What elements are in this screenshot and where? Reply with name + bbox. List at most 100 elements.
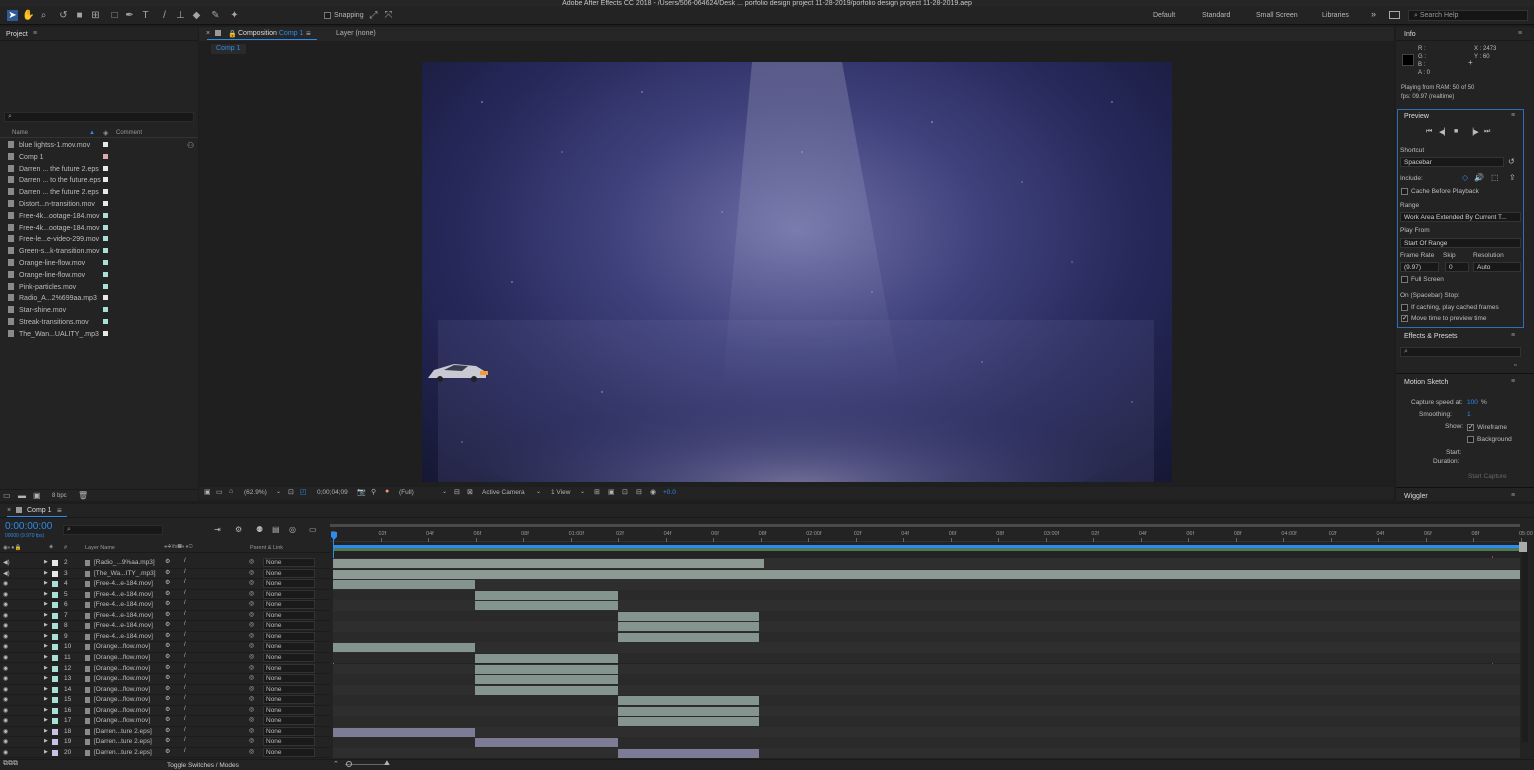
- layer-duration-bar[interactable]: [333, 580, 476, 590]
- layer-name[interactable]: [Free-4...e-184.mov]: [94, 601, 153, 608]
- project-item[interactable]: Darren ... the future 2.eps: [8, 164, 99, 173]
- layer-duration-bar[interactable]: [617, 706, 760, 716]
- layer-label-color[interactable]: [52, 612, 58, 619]
- comp-panel-menu-icon[interactable]: ≡: [306, 29, 311, 38]
- view-layout-select[interactable]: 1 View: [551, 489, 570, 496]
- clone-stamp-tool-icon[interactable]: ⊥: [175, 10, 186, 21]
- zoom-out-icon[interactable]: ⌃: [333, 760, 339, 768]
- project-item[interactable]: Free-4k...ootage-184.mov: [8, 211, 100, 220]
- layer-duration-bar[interactable]: [475, 738, 618, 748]
- comp-mini-flowchart-icon[interactable]: ⇥: [214, 525, 221, 534]
- preview-panel-title[interactable]: Preview: [1404, 113, 1429, 120]
- layer-name[interactable]: [Free-4...e-184.mov]: [94, 612, 153, 619]
- layer-name[interactable]: [Free-4...e-184.mov]: [94, 591, 153, 598]
- label-color-swatch[interactable]: [103, 307, 108, 313]
- layer-duration-bar[interactable]: [617, 632, 760, 642]
- zoom-select[interactable]: (62.9%): [244, 489, 267, 496]
- pick-whip-icon[interactable]: ◎: [249, 706, 254, 713]
- wireframe-checkbox[interactable]: [1467, 423, 1474, 431]
- label-color-swatch[interactable]: [103, 177, 108, 183]
- include-audio-icon[interactable]: 🔊: [1474, 173, 1484, 182]
- timeline-search-input[interactable]: ⌕: [63, 525, 163, 535]
- shy-switch-icon[interactable]: ⚙: [165, 558, 170, 565]
- full-screen-checkbox[interactable]: [1401, 276, 1408, 283]
- workspace-libraries[interactable]: Libraries: [1322, 12, 1349, 19]
- layer-track[interactable]: [333, 663, 1520, 674]
- shape-tool-icon[interactable]: □: [109, 10, 120, 21]
- label-color-swatch[interactable]: [103, 260, 108, 265]
- snapshot-icon[interactable]: 📷: [357, 488, 366, 496]
- hand-tool-icon[interactable]: ✋: [22, 10, 34, 21]
- quality-switch-icon[interactable]: /: [184, 642, 186, 648]
- shortcut-select[interactable]: Spacebar: [1400, 157, 1504, 167]
- layer-track[interactable]: [333, 652, 1520, 664]
- layer-label-color[interactable]: [52, 570, 58, 577]
- expand-arrow-icon[interactable]: ▶: [44, 601, 48, 607]
- project-item[interactable]: Comp 1: [8, 152, 44, 161]
- layer-track[interactable]: [333, 600, 1520, 611]
- layer-duration-bar[interactable]: [333, 643, 476, 653]
- current-time-readout[interactable]: 0;00;04;09: [317, 489, 348, 496]
- eye-icon[interactable]: ◉: [3, 749, 8, 756]
- snap-feather-icon[interactable]: ⤢: [368, 10, 379, 21]
- quality-switch-icon[interactable]: /: [184, 716, 186, 722]
- expand-arrow-icon[interactable]: ▶: [44, 728, 48, 734]
- layer-name[interactable]: [Radio_...9%aa.mp3]: [94, 559, 155, 566]
- project-col-comment[interactable]: Comment: [116, 130, 142, 136]
- parent-select[interactable]: None: [263, 621, 315, 631]
- shy-switch-icon[interactable]: ⚙: [165, 621, 170, 628]
- expand-arrow-icon[interactable]: ▶: [44, 643, 48, 649]
- pick-whip-icon[interactable]: ◎: [249, 685, 254, 692]
- quality-switch-icon[interactable]: /: [184, 579, 186, 585]
- layer-name[interactable]: [Free-4...e-184.mov]: [94, 622, 153, 629]
- shy-switch-icon[interactable]: ⚙: [165, 642, 170, 649]
- pan-behind-tool-icon[interactable]: ⊞: [90, 10, 101, 21]
- shy-switch-icon[interactable]: ⚙: [165, 611, 170, 618]
- pick-whip-icon[interactable]: ◎: [249, 600, 254, 607]
- layer-duration-bar[interactable]: [475, 685, 618, 695]
- next-frame-icon[interactable]: ▕▶: [1468, 128, 1479, 136]
- quality-switch-icon[interactable]: /: [184, 590, 186, 596]
- project-item[interactable]: Radio_A...2%699aa.mp3: [8, 294, 97, 302]
- skip-select[interactable]: 0: [1445, 262, 1469, 272]
- quality-switch-icon[interactable]: /: [184, 695, 186, 701]
- layer-name[interactable]: [Orange...flow.mov]: [94, 707, 150, 714]
- start-capture-button[interactable]: Start Capture: [1468, 473, 1507, 480]
- parent-link-header[interactable]: Parent & Link: [250, 545, 283, 551]
- quality-switch-icon[interactable]: /: [184, 674, 186, 680]
- include-video-icon[interactable]: ◇: [1462, 173, 1468, 182]
- parent-select[interactable]: None: [263, 568, 315, 578]
- workspace-overflow-icon[interactable]: »: [1371, 9, 1376, 19]
- parent-select[interactable]: None: [263, 652, 315, 662]
- project-item[interactable]: Free-le...e-video-299.mov: [8, 235, 99, 243]
- first-frame-icon[interactable]: ⏮: [1426, 128, 1432, 136]
- shy-switch-icon[interactable]: ⚙: [165, 600, 170, 607]
- expand-arrow-icon[interactable]: ▶: [44, 665, 48, 671]
- display-icon[interactable]: ▭: [216, 488, 223, 496]
- expand-arrow-icon[interactable]: ▶: [44, 622, 48, 628]
- exposure-icon[interactable]: ◉: [650, 488, 656, 496]
- layer-name[interactable]: [Free-4...e-184.mov]: [94, 580, 153, 587]
- label-color-swatch[interactable]: [103, 142, 108, 147]
- layer-label-color[interactable]: [52, 602, 58, 609]
- layer-track[interactable]: [333, 568, 1520, 580]
- layer-row[interactable]: ◉ ▶ 18 [Darren...ture 2.eps] ⚙ / ◎ None: [0, 726, 330, 738]
- composition-canvas[interactable]: [422, 62, 1172, 482]
- parent-select[interactable]: None: [263, 716, 315, 726]
- include-overlays-icon[interactable]: ⬚: [1491, 173, 1499, 182]
- layer-name[interactable]: [Orange...flow.mov]: [94, 665, 150, 672]
- shy-switch-icon[interactable]: ⚙: [165, 579, 170, 586]
- pick-whip-icon[interactable]: ◎: [249, 569, 254, 576]
- sort-arrow-icon[interactable]: ▲: [89, 130, 95, 136]
- prev-frame-icon[interactable]: ◀▏: [1439, 128, 1450, 136]
- always-preview-icon[interactable]: ▣: [204, 488, 211, 496]
- eye-icon[interactable]: ◉: [3, 707, 8, 714]
- layer-label-color[interactable]: [52, 560, 58, 566]
- eye-icon[interactable]: ◉: [3, 654, 8, 661]
- quality-switch-icon[interactable]: /: [184, 706, 186, 712]
- expand-arrow-icon[interactable]: ▶: [44, 717, 48, 723]
- layer-name[interactable]: [Orange...flow.mov]: [94, 686, 150, 693]
- layer-label-color[interactable]: [52, 739, 58, 746]
- parent-select[interactable]: None: [263, 610, 315, 620]
- draft-3d-icon[interactable]: ⚙: [235, 525, 242, 534]
